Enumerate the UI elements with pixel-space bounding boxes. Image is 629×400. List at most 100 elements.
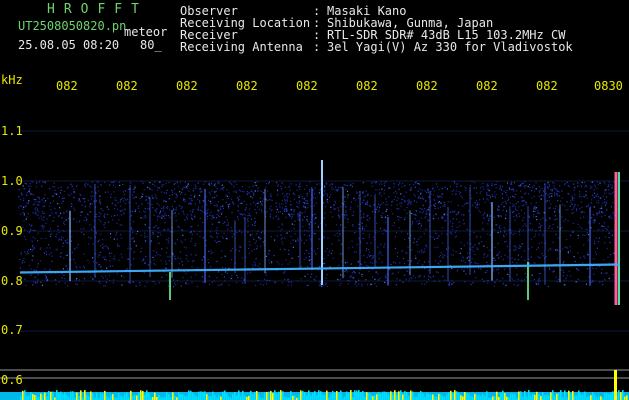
noise-dot [253, 248, 255, 251]
noise-dot [419, 188, 421, 190]
noise-dot [262, 284, 264, 286]
power-sample [384, 391, 386, 400]
noise-dot [571, 198, 573, 200]
noise-dot [488, 220, 490, 222]
noise-dot [260, 238, 262, 240]
noise-dot [165, 252, 167, 254]
noise-dot [401, 186, 403, 188]
power-sample [312, 393, 314, 400]
noise-dot [42, 216, 45, 218]
noise-dot [417, 197, 419, 199]
noise-dot [278, 203, 281, 205]
noise-dot [153, 214, 155, 216]
noise-dot [362, 192, 364, 194]
noise-dot [281, 182, 283, 184]
noise-dot [586, 197, 588, 199]
noise-dot [280, 185, 282, 187]
power-sample [106, 396, 108, 400]
noise-dot [26, 194, 28, 197]
noise-dot [27, 252, 29, 254]
noise-dot [590, 187, 592, 189]
noise-dot [541, 252, 543, 255]
noise-dot [259, 267, 261, 269]
noise-dot [326, 193, 328, 195]
noise-dot [510, 232, 512, 234]
noise-dot [573, 183, 575, 185]
noise-dot [555, 193, 558, 195]
noise-dot [202, 183, 205, 185]
noise-dot [306, 193, 308, 195]
noise-dot [222, 207, 224, 209]
noise-dot [200, 188, 202, 190]
noise-dot [192, 211, 194, 213]
noise-dot [482, 186, 484, 188]
noise-dot [211, 236, 213, 238]
noise-dot [121, 224, 123, 226]
noise-dot [596, 214, 598, 216]
power-sample [482, 394, 484, 400]
noise-dot [339, 233, 341, 235]
noise-dot [483, 217, 485, 219]
noise-dot [278, 263, 280, 265]
noise-dot [206, 204, 208, 206]
power-sample [76, 392, 78, 400]
noise-dot [61, 236, 63, 238]
power-sample [464, 392, 466, 400]
power-sample [316, 395, 318, 400]
noise-dot [139, 211, 141, 213]
noise-dot [166, 189, 168, 191]
noise-dot [585, 190, 587, 192]
noise-dot [111, 202, 113, 205]
noise-dot [600, 207, 603, 209]
noise-dot [558, 237, 560, 239]
noise-dot [406, 207, 408, 209]
noise-dot [562, 269, 564, 271]
noise-dot [51, 255, 53, 257]
noise-dot [319, 284, 321, 287]
noise-dot [549, 268, 551, 270]
noise-dot [265, 183, 267, 185]
noise-dot [240, 213, 242, 215]
noise-dot [527, 185, 529, 188]
power-sample [502, 390, 504, 400]
noise-dot [290, 217, 293, 219]
noise-dot [307, 284, 309, 286]
noise-dot [374, 194, 376, 196]
noise-dot [23, 198, 25, 200]
noise-dot [110, 233, 112, 235]
noise-dot [383, 246, 385, 248]
noise-dot [119, 224, 121, 226]
noise-dot [378, 193, 380, 195]
y-tick-label: 0.9 [1, 224, 23, 238]
noise-dot [183, 213, 185, 215]
noise-dot [26, 183, 28, 185]
noise-dot [470, 197, 473, 199]
noise-dot [427, 191, 429, 194]
noise-dot [462, 256, 464, 258]
noise-dot [421, 196, 423, 198]
noise-dot [130, 248, 132, 250]
noise-dot [112, 258, 115, 260]
noise-dot [372, 256, 374, 258]
noise-dot [334, 202, 337, 204]
noise-dot [159, 232, 161, 234]
noise-dot [262, 191, 265, 194]
noise-dot [260, 245, 262, 247]
noise-dot [297, 214, 299, 216]
noise-dot [406, 270, 408, 272]
noise-dot [576, 268, 578, 270]
noise-dot [466, 267, 468, 269]
noise-dot [62, 230, 64, 232]
noise-dot [576, 269, 578, 271]
power-sample [24, 390, 26, 400]
noise-dot [103, 245, 105, 247]
power-sample [536, 391, 538, 400]
noise-dot [41, 199, 43, 201]
noise-dot [404, 218, 406, 221]
noise-dot [603, 259, 605, 261]
noise-dot [323, 190, 325, 192]
noise-dot [428, 269, 430, 272]
noise-dot [199, 194, 201, 197]
noise-dot [80, 228, 82, 230]
noise-dot [449, 281, 451, 283]
